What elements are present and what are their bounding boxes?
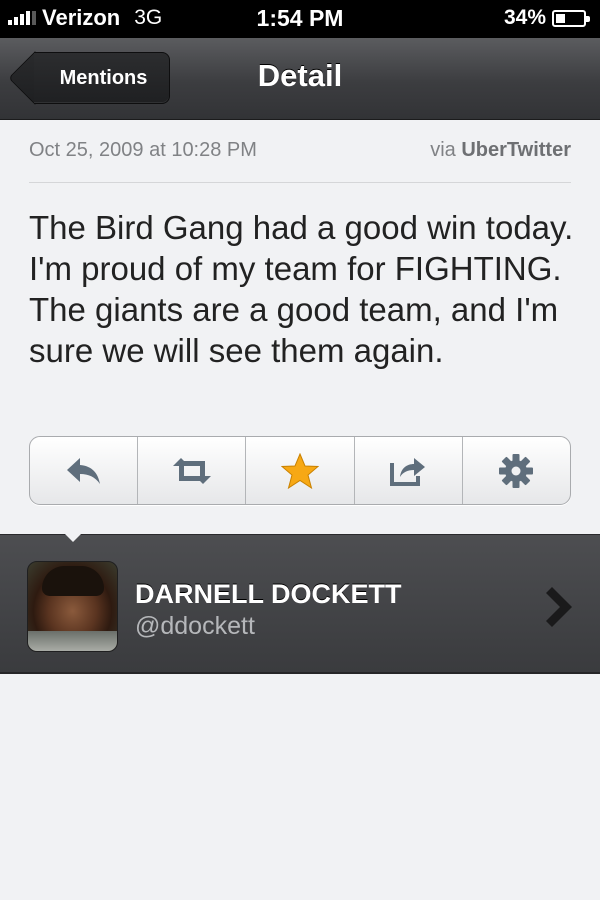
gear-icon [499, 453, 534, 488]
page-title: Detail [257, 58, 343, 93]
user-bar-pointer [51, 520, 95, 542]
retweet-icon [172, 457, 211, 484]
divider [29, 182, 571, 183]
battery-icon [552, 9, 590, 27]
favorite-button[interactable] [246, 437, 355, 504]
avatar[interactable] [27, 561, 118, 652]
user-profile-row[interactable]: DARNELL DOCKETT @ddockett [0, 534, 600, 674]
via-prefix: via [430, 139, 456, 161]
settings-button[interactable] [463, 437, 570, 504]
star-icon [281, 452, 319, 489]
status-right: 34% [503, 5, 590, 31]
retweet-button[interactable] [138, 437, 247, 504]
user-display-name: DARNELL DOCKETT [135, 579, 402, 609]
navigation-bar: Mentions Detail [0, 38, 600, 120]
tweet-date: Oct 25, 2009 at 10:28 PM [29, 139, 257, 161]
reply-button[interactable] [30, 437, 139, 504]
tweet-text: The Bird Gang had a good win today. I'm … [29, 209, 574, 369]
via-client[interactable]: UberTwitter [461, 139, 571, 161]
battery-percent: 34% [503, 6, 546, 29]
share-icon [390, 457, 426, 486]
tweet-source: via UberTwitter [430, 139, 571, 162]
chevron-right-icon [546, 587, 572, 627]
user-handle: @ddockett [135, 612, 255, 640]
reply-icon [66, 457, 100, 484]
tweet-action-toolbar [29, 436, 571, 505]
status-bar: Verizon 3G 1:54 PM 34% [0, 0, 600, 38]
share-button[interactable] [355, 437, 463, 504]
